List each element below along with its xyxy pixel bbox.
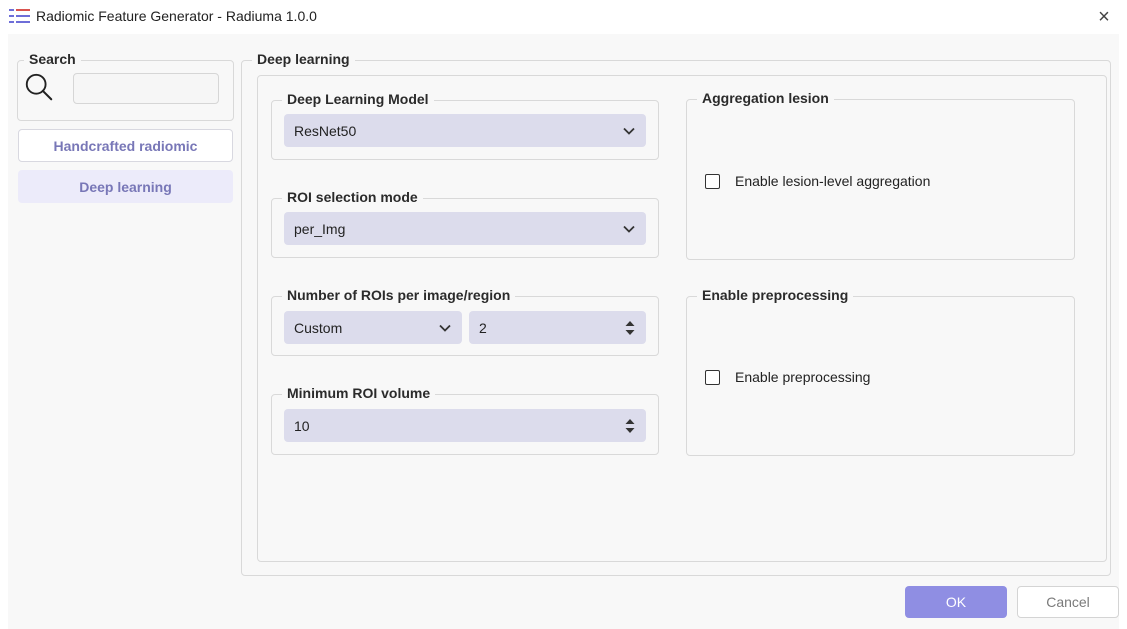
aggregation-checkbox[interactable] (705, 173, 720, 189)
roi-mode-select[interactable]: per_Img (284, 212, 646, 245)
close-button[interactable]: × (1081, 0, 1127, 34)
num-rois-mode-select[interactable]: Custom (284, 311, 462, 344)
search-group: Search (17, 51, 234, 121)
min-roi-volume-spinbox[interactable]: 10 (284, 409, 646, 442)
min-roi-volume-group-title: Minimum ROI volume (282, 385, 436, 401)
aggregation-checkbox-row[interactable]: Enable lesion-level aggregation (705, 173, 930, 189)
close-icon: × (1098, 5, 1110, 28)
window-title: Radiomic Feature Generator - Radiuma 1.0… (36, 8, 317, 24)
aggregation-group-title: Aggregation lesion (697, 90, 834, 106)
aggregation-checkbox-label: Enable lesion-level aggregation (735, 173, 931, 189)
sidebar-item-handcrafted-radiomic[interactable]: Handcrafted radiomic (18, 129, 233, 162)
cancel-button-label: Cancel (1046, 594, 1090, 610)
sidebar-item-deep-learning[interactable]: Deep learning (18, 170, 233, 203)
chevron-down-icon (439, 324, 451, 332)
chevron-down-icon (623, 225, 635, 233)
cancel-button[interactable]: Cancel (1017, 586, 1119, 618)
search-input[interactable] (73, 73, 219, 104)
preprocessing-checkbox-label: Enable preprocessing (735, 369, 871, 385)
section-title: Deep learning (252, 51, 355, 67)
model-select[interactable]: ResNet50 (284, 114, 646, 147)
num-rois-mode-value: Custom (294, 319, 343, 336)
roi-mode-group-title: ROI selection mode (282, 189, 423, 205)
num-rois-spinbox[interactable]: 2 (469, 311, 646, 344)
ok-button-label: OK (945, 594, 967, 610)
model-select-value: ResNet50 (294, 122, 357, 139)
sidebar-item-label: Deep learning (79, 178, 172, 195)
search-group-title: Search (24, 51, 81, 67)
sidebar-item-label: Handcrafted radiomic (53, 137, 198, 154)
preprocessing-checkbox[interactable] (705, 369, 720, 385)
ok-button[interactable]: OK (905, 586, 1007, 618)
num-rois-group-title: Number of ROIs per image/region (282, 287, 516, 303)
model-group-title: Deep Learning Model (282, 91, 434, 107)
spin-arrows-icon[interactable] (624, 318, 636, 338)
spin-arrows-icon[interactable] (624, 416, 636, 436)
roi-mode-select-value: per_Img (294, 220, 346, 237)
preprocessing-group-title: Enable preprocessing (697, 287, 854, 303)
dialog-body: Search Handcrafted radiomic Deep learnin… (8, 34, 1119, 629)
min-roi-volume-value: 10 (294, 417, 310, 434)
list-icon (9, 9, 30, 23)
chevron-down-icon (623, 127, 635, 135)
search-icon (25, 73, 53, 101)
title-bar: Radiomic Feature Generator - Radiuma 1.0… (0, 0, 1127, 34)
preprocessing-checkbox-row[interactable]: Enable preprocessing (705, 369, 870, 385)
num-rois-count-value: 2 (479, 319, 487, 336)
